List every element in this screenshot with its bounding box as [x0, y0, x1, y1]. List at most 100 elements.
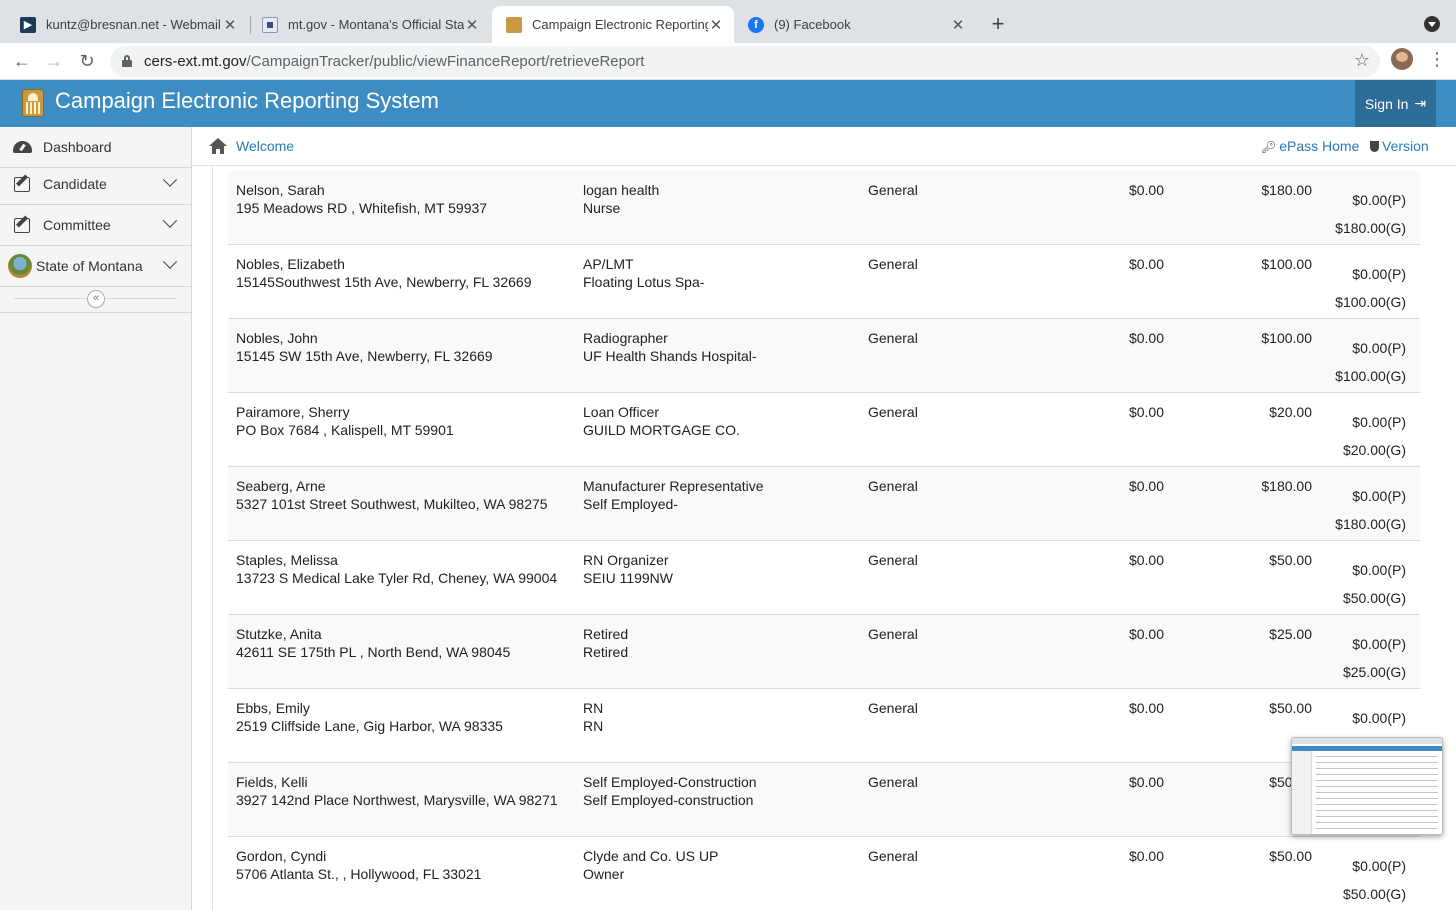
- cell-election: General: [868, 330, 918, 346]
- cell-employer: Floating Lotus Spa-: [583, 274, 705, 290]
- close-icon[interactable]: ✕: [950, 16, 966, 34]
- collapse-sidebar-button[interactable]: «: [87, 290, 105, 308]
- cell-name: Nobles, John: [236, 330, 318, 346]
- amount-cell: $50.00: [1269, 699, 1312, 717]
- cell-occupation: RN: [583, 700, 604, 716]
- contributor-cell: Seaberg, Arne 5327 101st Street Southwest…: [236, 477, 548, 513]
- election-cell: General: [868, 773, 918, 791]
- cell-election: General: [868, 404, 918, 420]
- tab-mt-gov[interactable]: mt.gov - Montana's Official State ✕: [248, 6, 490, 43]
- tab-title: mt.gov - Montana's Official State: [288, 17, 464, 32]
- occupation-cell: RN RN: [583, 699, 603, 735]
- tab-search-icon[interactable]: [1424, 16, 1440, 32]
- back-button[interactable]: ←: [10, 49, 34, 73]
- cell-address: 5327 101st Street Southwest, Mukilteo, W…: [236, 496, 548, 512]
- cell-occupation: AP/LMT: [583, 256, 634, 272]
- facebook-icon: f: [748, 16, 764, 33]
- sidebar-item-candidate[interactable]: Candidate: [0, 164, 191, 205]
- version-link[interactable]: Version: [1370, 138, 1429, 154]
- cell-election: General: [868, 182, 918, 198]
- amount-cell: $0.00: [1129, 181, 1164, 199]
- sidebar-item-state-of-montana[interactable]: State of Montana: [0, 246, 191, 287]
- cell-election: General: [868, 478, 918, 494]
- cell-amount2: $180.00: [1261, 182, 1312, 198]
- cell-amount1: $0.00: [1128, 848, 1164, 864]
- contributor-cell: Nelson, Sarah 195 Meadows RD , Whitefish,…: [236, 181, 487, 217]
- amount-cell: $0.00: [1129, 625, 1164, 643]
- url-text[interactable]: cers-ext.mt.gov/CampaignTracker/public/v…: [144, 53, 644, 70]
- browser-menu-icon[interactable]: ⋮: [1428, 50, 1446, 70]
- cell-election: General: [868, 848, 918, 864]
- amount-cell: $20.00: [1269, 403, 1312, 421]
- cell-agg-p: $0.00(P): [1352, 858, 1406, 874]
- table-row: Stutzke, Anita 42611 SE 175th PL , North …: [228, 615, 1420, 689]
- cell-employer: Retired: [583, 644, 629, 660]
- election-cell: General: [868, 329, 918, 347]
- tab-cers[interactable]: Campaign Electronic Reporting System ✕: [492, 6, 734, 43]
- capitol-icon: [506, 16, 522, 33]
- amount-cell: $180.00: [1261, 181, 1312, 199]
- election-cell: General: [868, 181, 918, 199]
- close-icon[interactable]: ✕: [708, 16, 724, 34]
- aggregate-cell: $0.00(P) $180.00(G): [1335, 186, 1406, 242]
- occupation-cell: Clyde and Co. US UP Owner: [583, 847, 718, 883]
- sidebar-item-dashboard[interactable]: Dashboard: [0, 127, 191, 168]
- edit-icon: [12, 174, 32, 194]
- cell-address: 195 Meadows RD , Whitefish, MT 59937: [236, 200, 488, 216]
- aggregate-cell: $0.00(P) $20.00(G): [1343, 408, 1406, 464]
- table-row: Nelson, Sarah 195 Meadows RD , Whitefish,…: [228, 171, 1420, 245]
- panel-border: [212, 166, 213, 910]
- cell-agg-g: $25.00(G): [1342, 664, 1406, 680]
- cell-address: 42611 SE 175th PL , North Bend, WA 98045: [236, 644, 511, 660]
- lock-icon[interactable]: [122, 55, 132, 67]
- amount-cell: $0.00: [1129, 329, 1164, 347]
- breadcrumb: Welcome 🔑︎ ePass Home Version: [192, 127, 1456, 166]
- amount-cell: $0.00: [1129, 403, 1164, 421]
- cell-agg-g: $20.00(G): [1342, 442, 1406, 458]
- cell-amount1: $0.00: [1128, 330, 1164, 346]
- cell-election: General: [868, 626, 918, 642]
- screenshot-thumbnail[interactable]: [1291, 737, 1443, 835]
- montana-seal-icon: [8, 254, 32, 278]
- cell-agg-p: $0.00(P): [1352, 192, 1406, 208]
- new-tab-button[interactable]: +: [986, 10, 1010, 38]
- cell-amount1: $0.00: [1128, 256, 1164, 272]
- address-bar[interactable]: cers-ext.mt.gov/CampaignTracker/public/v…: [110, 46, 1380, 77]
- cell-amount1: $0.00: [1128, 182, 1164, 198]
- bookmark-star-icon[interactable]: ☆: [1354, 50, 1370, 71]
- tab-facebook[interactable]: f (9) Facebook ✕: [734, 6, 976, 43]
- browser-tab-strip: ▶ kuntz@bresnan.net - Webmail ✕ mt.gov -…: [0, 0, 1456, 43]
- sign-in-button[interactable]: Sign In ⇥: [1355, 80, 1436, 127]
- table-row: Nobles, John 15145 SW 15th Ave, Newberry,…: [228, 319, 1420, 393]
- tab-webmail[interactable]: ▶ kuntz@bresnan.net - Webmail ✕: [6, 6, 248, 43]
- capitol-logo-icon: [22, 89, 44, 117]
- home-icon[interactable]: [209, 138, 227, 154]
- cell-amount1: $0.00: [1128, 700, 1164, 716]
- profile-avatar[interactable]: [1391, 48, 1413, 70]
- cell-amount2: $100.00: [1261, 330, 1312, 346]
- sidebar-item-committee[interactable]: Committee: [0, 205, 191, 246]
- cell-name: Nelson, Sarah: [236, 182, 325, 198]
- browser-toolbar: ← → ↻ cers-ext.mt.gov/CampaignTracker/pu…: [0, 43, 1456, 80]
- close-icon[interactable]: ✕: [222, 16, 238, 34]
- forward-button[interactable]: →: [42, 49, 66, 73]
- cell-amount1: $0.00: [1128, 774, 1164, 790]
- election-cell: General: [868, 699, 918, 717]
- sidebar-item-label: Committee: [43, 217, 111, 233]
- table-row: Gordon, Cyndi 5706 Atlanta St., , Hollywo…: [228, 837, 1420, 910]
- reload-button[interactable]: ↻: [75, 49, 99, 73]
- chevron-down-icon: [162, 172, 178, 187]
- cell-occupation: Retired: [583, 626, 629, 642]
- contributor-cell: Gordon, Cyndi 5706 Atlanta St., , Hollywo…: [236, 847, 481, 883]
- cell-agg-p: $0.00(P): [1352, 710, 1406, 726]
- contributor-cell: Nobles, John 15145 SW 15th Ave, Newberry,…: [236, 329, 493, 365]
- sidebar-item-label: Candidate: [43, 176, 107, 192]
- cell-name: Stutzke, Anita: [236, 626, 322, 642]
- cell-name: Nobles, Elizabeth: [236, 256, 345, 272]
- tab-title: (9) Facebook: [774, 17, 851, 32]
- epass-home-link[interactable]: 🔑︎ ePass Home: [1261, 138, 1359, 154]
- sidebar-item-label: Dashboard: [43, 139, 112, 155]
- lock-icon: [262, 16, 278, 33]
- close-icon[interactable]: ✕: [464, 16, 480, 34]
- welcome-link[interactable]: Welcome: [236, 138, 294, 154]
